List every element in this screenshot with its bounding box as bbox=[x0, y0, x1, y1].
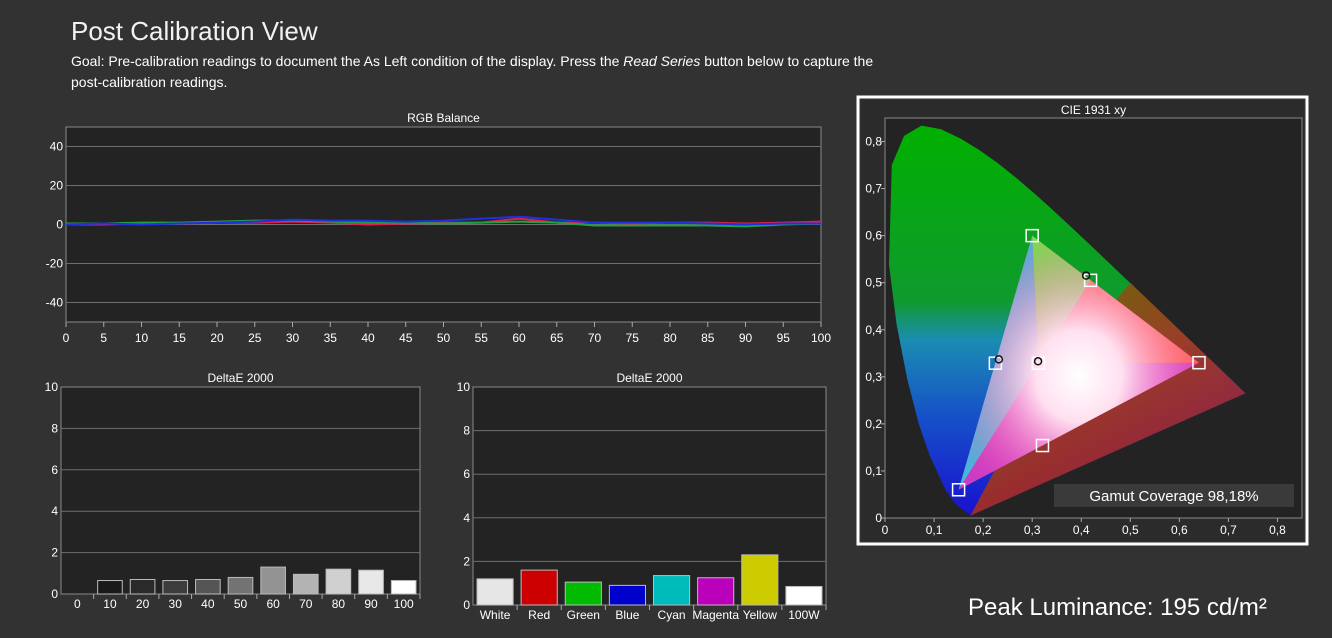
y-tick-label: 0,6 bbox=[865, 229, 882, 243]
x-tick-label: 0,8 bbox=[1269, 523, 1286, 537]
y-tick-label: 0,1 bbox=[865, 464, 882, 478]
x-tick-label: 0,1 bbox=[926, 523, 943, 537]
x-tick-label: 0,3 bbox=[1024, 523, 1041, 537]
cie-1931-chart: CIE 1931 xy 0 0,1 0,2 0,3 0,4 0,5 0,6 0,7 0,8 0,8 0… bbox=[856, 95, 1309, 546]
x-tick-label: 0,2 bbox=[975, 523, 992, 537]
x-tick-label: 0,6 bbox=[1171, 523, 1188, 537]
x-tick-label: 0,5 bbox=[1122, 523, 1139, 537]
y-tick-label: 0,7 bbox=[865, 182, 882, 196]
y-tick-label: 0,8 bbox=[865, 135, 882, 149]
y-tick-label: 0,2 bbox=[865, 417, 882, 431]
x-tick-label: 0,4 bbox=[1073, 523, 1090, 537]
y-tick-label: 0,4 bbox=[865, 323, 882, 337]
y-tick-label: 0,3 bbox=[865, 370, 882, 384]
x-tick-label: 0 bbox=[882, 523, 889, 537]
peak-luminance: Peak Luminance: 195 cd/m² bbox=[968, 594, 1267, 621]
gamut-coverage-label: Gamut Coverage 98,18% bbox=[1089, 488, 1258, 505]
x-tick-label: 0,7 bbox=[1220, 523, 1237, 537]
chart-title: CIE 1931 xy bbox=[1061, 103, 1126, 117]
y-tick-label: 0,5 bbox=[865, 276, 882, 290]
y-tick-label: 0 bbox=[875, 511, 882, 525]
